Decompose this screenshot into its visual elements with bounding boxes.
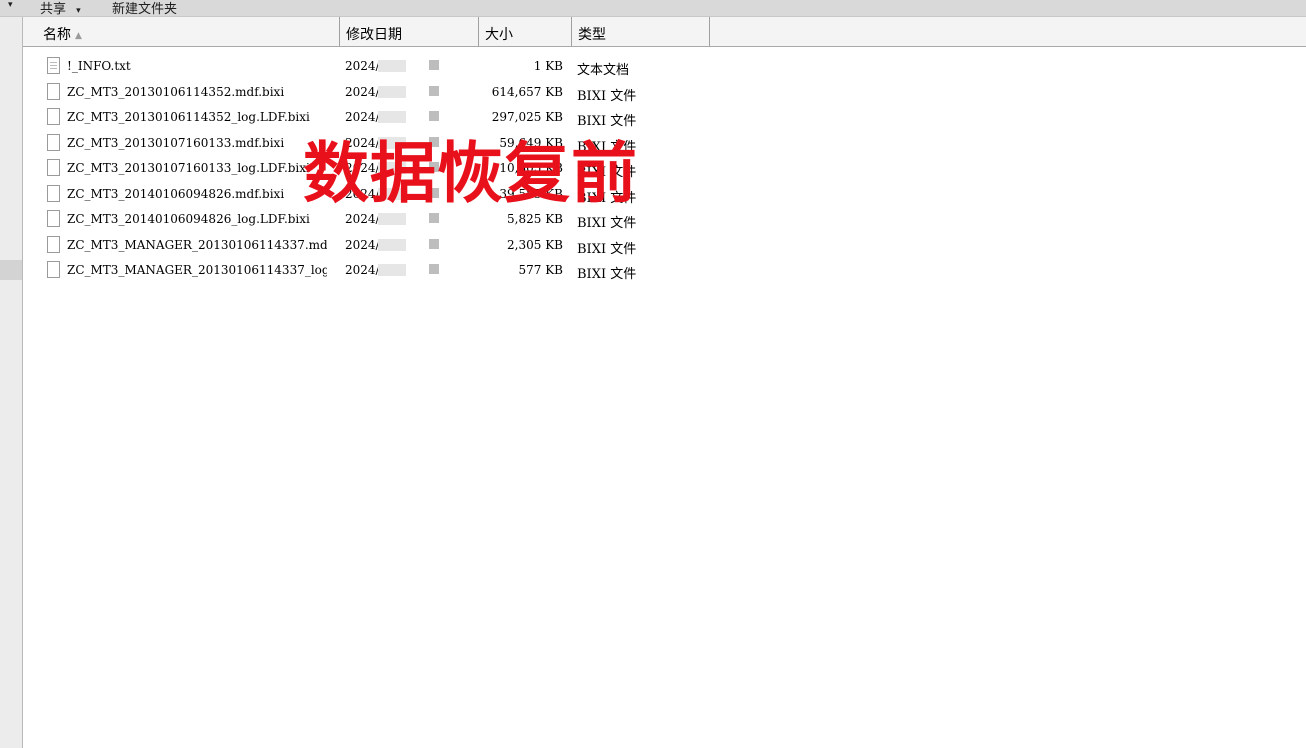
file-icon [47, 133, 60, 151]
file-date: 2024/ [345, 263, 380, 277]
column-header-size[interactable]: 大小 [479, 17, 572, 46]
file-name: ZC_MT3_20130107160133_log.LDF.bixi [67, 161, 310, 175]
file-icon [47, 108, 60, 125]
file-size: 2,305 KB [507, 237, 563, 252]
file-size: 1 KB [533, 59, 563, 73]
redacted-time [429, 111, 439, 121]
redacted-date [378, 213, 406, 225]
file-date: 2024/ [345, 110, 380, 124]
file-icon [47, 261, 60, 278]
file-size: 5,825 KB [507, 212, 563, 226]
redacted-date [378, 264, 406, 276]
file-type: 文本文档 [577, 63, 630, 78]
file-name: ZC_MT3_20130107160133.mdf.bixi [67, 135, 285, 150]
file-name: ZC_MT3_20140106094826.mdf.bixi [67, 186, 285, 201]
organize-dropdown-icon[interactable]: ▾ [8, 0, 13, 10]
redacted-time [429, 264, 439, 274]
file-type: BIXI 文件 [577, 241, 637, 257]
file-type: BIXI 文件 [577, 267, 637, 282]
file-name: ZC_MT3_20130106114352.mdf.bixi [67, 84, 285, 99]
column-header: 名称 ▲ 修改日期 大小 类型 [23, 17, 1306, 47]
column-header-type[interactable]: 类型 [572, 17, 710, 46]
watermark-text: 数据恢复前 [303, 135, 638, 212]
file-icon [47, 235, 60, 253]
file-row[interactable]: ZC_MT3_20130106114352.mdf.bixi 2024/ 614… [23, 81, 663, 106]
redacted-time [429, 85, 439, 96]
file-date: 2024/ [345, 212, 380, 226]
file-type: BIXI 文件 [577, 114, 637, 129]
file-name: ZC_MT3_MANAGER_20130106114337.mdf.... [67, 237, 327, 252]
file-size: 614,657 KB [491, 84, 563, 99]
file-type: BIXI 文件 [577, 216, 637, 231]
redacted-date [378, 60, 406, 72]
file-icon [47, 82, 60, 100]
file-name: ZC_MT3_20140106094826_log.LDF.bixi [67, 212, 310, 226]
file-name: !_INFO.txt [67, 59, 131, 73]
navigation-pane[interactable] [0, 17, 23, 748]
redacted-time [429, 213, 439, 223]
file-row[interactable]: ZC_MT3_MANAGER_20130106114337_log.... 20… [23, 259, 663, 284]
column-name-label: 名称 [43, 27, 71, 43]
file-row[interactable]: ZC_MT3_20130106114352_log.LDF.bixi 2024/… [23, 106, 663, 131]
redacted-date [378, 85, 406, 98]
file-row[interactable]: ZC_MT3_MANAGER_20130106114337.mdf.... 20… [23, 234, 663, 259]
redacted-date [378, 238, 406, 251]
file-name: ZC_MT3_MANAGER_20130106114337_log.... [67, 263, 327, 277]
redacted-time [429, 60, 439, 70]
sort-ascending-icon: ▲ [75, 31, 82, 41]
column-header-date[interactable]: 修改日期 [340, 17, 479, 46]
command-toolbar: ▾ 共享 ▾ 新建文件夹 [0, 0, 1306, 17]
share-dropdown-icon: ▾ [76, 6, 81, 16]
file-type: BIXI 文件 [577, 88, 637, 104]
file-date: 2024/ [345, 59, 380, 73]
file-size: 297,025 KB [491, 110, 563, 124]
column-size-label: 大小 [485, 27, 513, 43]
share-label: 共享 [40, 2, 67, 17]
file-icon [47, 159, 60, 176]
file-date: 2024/ [345, 84, 380, 99]
navigation-selected-item[interactable] [0, 260, 22, 280]
file-row[interactable]: !_INFO.txt 2024/ 1 KB 文本文档 [23, 55, 663, 80]
file-name: ZC_MT3_20130106114352_log.LDF.bixi [67, 110, 310, 124]
redacted-time [429, 238, 439, 249]
column-date-label: 修改日期 [346, 27, 402, 43]
redacted-date [378, 111, 406, 123]
file-size: 577 KB [518, 263, 563, 277]
column-header-name[interactable]: 名称 ▲ [23, 17, 340, 46]
column-type-label: 类型 [578, 27, 606, 43]
new-folder-button[interactable]: 新建文件夹 [112, 0, 177, 17]
file-icon [47, 184, 60, 202]
file-date: 2024/ [345, 237, 380, 252]
share-button[interactable]: 共享 ▾ [40, 0, 81, 17]
file-icon [47, 210, 60, 227]
text-file-icon [47, 57, 60, 74]
